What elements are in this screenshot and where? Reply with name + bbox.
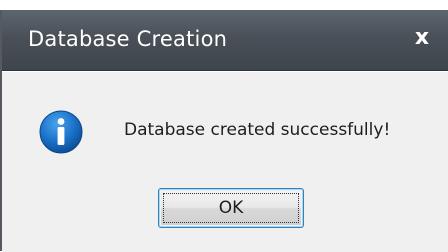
dialog-titlebar[interactable]: Database Creation x [2, 10, 448, 71]
ok-button-label: OK [218, 198, 244, 218]
ok-button[interactable]: OK [158, 188, 304, 228]
dialog-message: Database created successfully! [124, 120, 391, 140]
dialog-body: Database created successfully! OK [2, 71, 448, 252]
info-icon [39, 110, 83, 154]
close-button[interactable]: x [408, 24, 436, 52]
message-dialog: Database Creation x Database created suc… [0, 10, 448, 252]
close-icon: x [414, 25, 430, 50]
dialog-title: Database Creation [28, 27, 228, 51]
